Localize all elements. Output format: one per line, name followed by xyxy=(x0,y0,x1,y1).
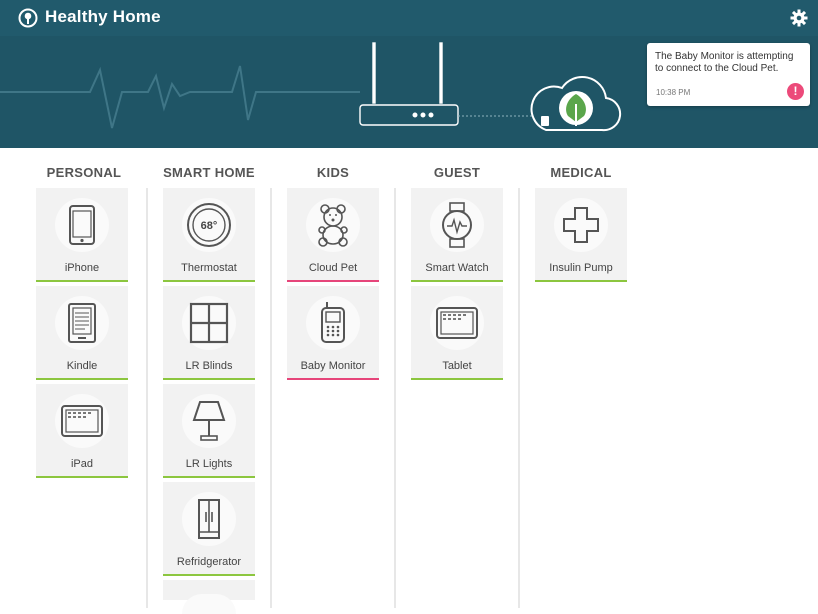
fridge-icon xyxy=(198,499,220,539)
column-divider xyxy=(394,188,396,608)
device-tile-lr-blinds[interactable]: LR Blinds xyxy=(163,286,255,380)
tile-label: Kindle xyxy=(66,360,98,372)
column-heading: MEDICAL xyxy=(550,165,612,180)
window-icon xyxy=(189,302,229,344)
tile-label: iPhone xyxy=(64,262,100,274)
device-tile-partial[interactable] xyxy=(163,580,255,614)
device-tile-thermostat[interactable]: 68° Thermostat xyxy=(163,188,255,282)
ereader-icon xyxy=(68,303,96,343)
watch-icon xyxy=(442,202,472,248)
column-heading: KIDS xyxy=(316,165,350,180)
tile-label: iPad xyxy=(70,458,94,470)
tile-label: Thermostat xyxy=(181,262,237,274)
column-heading: GUEST xyxy=(433,165,481,180)
app-title: Healthy Home xyxy=(45,7,161,26)
device-tile-tablet[interactable]: Tablet xyxy=(411,286,503,380)
logo-icon xyxy=(18,8,38,28)
tile-label: Insulin Pump xyxy=(549,262,613,274)
device-tile-insulin-pump[interactable]: Insulin Pump xyxy=(535,188,627,282)
notification-time: 10:38 PM xyxy=(656,88,691,97)
teddy-bear-icon xyxy=(318,204,348,247)
column-divider xyxy=(270,188,272,608)
tablet-icon xyxy=(61,405,103,437)
column-divider xyxy=(146,188,148,608)
lamp-icon xyxy=(192,401,226,441)
device-tile-kindle[interactable]: Kindle xyxy=(36,286,128,380)
device-tile-iphone[interactable]: iPhone xyxy=(36,188,128,282)
tile-label: Refridgerator xyxy=(176,556,242,568)
tile-label: LR Lights xyxy=(185,458,233,470)
thermostat-reading: 68° xyxy=(201,220,218,232)
tablet-icon xyxy=(436,307,478,339)
device-tile-smart-watch[interactable]: Smart Watch xyxy=(411,188,503,282)
tile-label: Baby Monitor xyxy=(300,360,366,372)
device-tile-cloud-pet[interactable]: Cloud Pet xyxy=(287,188,379,282)
tile-label: Tablet xyxy=(442,360,472,372)
device-tile-ipad[interactable]: iPad xyxy=(36,384,128,478)
column-heading: PERSONAL xyxy=(46,165,122,180)
gear-icon[interactable] xyxy=(790,9,808,27)
top-bar: Healthy Home xyxy=(0,0,818,36)
thermostat-icon: 68° xyxy=(187,203,231,247)
medical-cross-icon xyxy=(563,207,599,243)
tile-label: Smart Watch xyxy=(425,262,489,274)
device-tile-baby-monitor[interactable]: Baby Monitor xyxy=(287,286,379,380)
heartbeat-line xyxy=(0,65,360,129)
baby-monitor-icon xyxy=(321,302,345,343)
tile-label: Cloud Pet xyxy=(308,262,358,274)
cloud-icon xyxy=(530,75,622,132)
device-tile-refridgerator[interactable]: Refridgerator xyxy=(163,482,255,576)
phone-icon xyxy=(69,205,95,245)
tile-label: LR Blinds xyxy=(185,360,233,372)
notification-card[interactable]: The Baby Monitor is attempting to connec… xyxy=(647,43,810,106)
alert-badge[interactable]: ! xyxy=(787,83,804,100)
column-divider xyxy=(518,188,520,608)
router-icon xyxy=(359,42,459,126)
device-tile-lr-lights[interactable]: LR Lights xyxy=(163,384,255,478)
notification-message: The Baby Monitor is attempting to connec… xyxy=(655,51,794,74)
column-heading: SMART HOME xyxy=(163,165,255,180)
